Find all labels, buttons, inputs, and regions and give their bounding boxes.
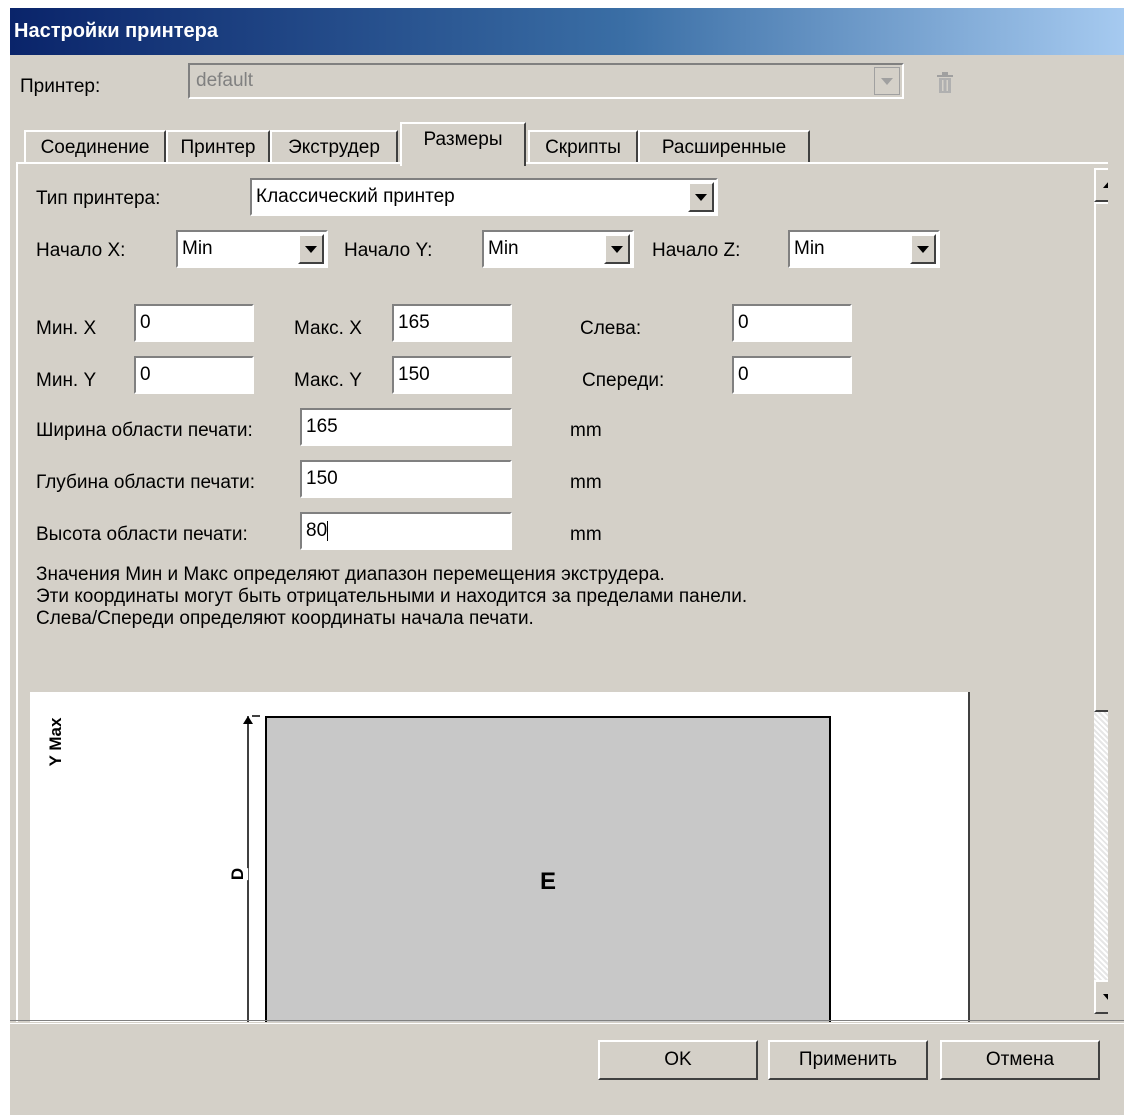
depth-dim-label: D <box>228 867 249 881</box>
home-z-label: Начало Z: <box>652 240 741 261</box>
tab-advanced[interactable]: Расширенные <box>638 130 810 164</box>
max-x-label: Макс. X <box>294 318 362 339</box>
print-depth-input[interactable]: 150 <box>300 460 512 498</box>
dimensions-panel: Тип принтера: Классический принтер Начал… <box>16 162 1108 1022</box>
min-x-label: Мин. X <box>36 318 97 339</box>
max-y-input[interactable]: 150 <box>392 356 512 394</box>
print-depth-label: Глубина области печати: <box>36 472 256 493</box>
tab-scripts[interactable]: Скрипты <box>528 130 638 164</box>
min-x-input[interactable]: 0 <box>134 304 254 342</box>
y-max-label: Y Max <box>46 717 65 767</box>
printer-settings-window: Настройки принтера Принтер: default Соед… <box>10 8 1124 1115</box>
home-y-value: Min <box>488 238 519 259</box>
max-y-label: Макс. Y <box>294 370 362 391</box>
window-title: Настройки принтера <box>10 8 1124 55</box>
print-height-value: 80 <box>306 520 328 541</box>
print-height-label: Высота области печати: <box>36 524 248 545</box>
home-z-dropdown-icon[interactable] <box>910 234 936 264</box>
printer-type-value: Классический принтер <box>256 186 455 207</box>
printer-dropdown-icon[interactable] <box>874 67 900 95</box>
left-input[interactable]: 0 <box>732 304 852 342</box>
tab-printer[interactable]: Принтер <box>166 130 270 164</box>
print-area-rect: E <box>265 716 831 1022</box>
bottom-divider <box>10 1020 1124 1024</box>
apply-button[interactable]: Применить <box>768 1040 928 1080</box>
help-line-1: Значения Мин и Макс определяют диапазон … <box>36 564 665 585</box>
tab-extruder[interactable]: Экструдер <box>270 130 398 164</box>
help-text: Значения Мин и Макс определяют диапазон … <box>36 564 747 630</box>
printer-type-label: Тип принтера: <box>36 188 161 209</box>
home-z-select[interactable]: Min <box>788 230 940 268</box>
printer-select-value: default <box>196 70 254 91</box>
tab-dimensions[interactable]: Размеры <box>400 122 526 166</box>
cancel-button[interactable]: Отмена <box>940 1040 1100 1080</box>
home-x-label: Начало X: <box>36 240 126 261</box>
help-line-3: Слева/Спереди определяют координаты нача… <box>36 608 534 629</box>
print-height-unit: mm <box>570 524 602 545</box>
help-line-2: Эти координаты могут быть отрицательными… <box>36 586 748 607</box>
printer-type-dropdown-icon[interactable] <box>688 182 714 212</box>
print-depth-unit: mm <box>570 472 602 493</box>
home-y-dropdown-icon[interactable] <box>604 234 630 264</box>
printer-label: Принтер: <box>20 76 101 97</box>
printer-select[interactable]: default <box>188 63 904 99</box>
print-width-label: Ширина области печати: <box>36 420 253 441</box>
scroll-down-icon[interactable] <box>1094 980 1108 1014</box>
print-height-input[interactable]: 80 <box>300 512 512 550</box>
vertical-scrollbar[interactable] <box>1094 168 1108 1014</box>
tab-connection[interactable]: Соединение <box>24 130 166 164</box>
front-input[interactable]: 0 <box>732 356 852 394</box>
max-x-input[interactable]: 165 <box>392 304 512 342</box>
home-y-label: Начало Y: <box>344 240 433 261</box>
print-area-label: E <box>539 868 556 895</box>
home-x-value: Min <box>182 238 213 259</box>
scrollbar-thumb[interactable] <box>1094 202 1108 712</box>
home-z-value: Min <box>794 238 825 259</box>
ok-button[interactable]: OK <box>598 1040 758 1080</box>
home-y-select[interactable]: Min <box>482 230 634 268</box>
left-label: Слева: <box>580 318 642 339</box>
home-x-select[interactable]: Min <box>176 230 328 268</box>
text-cursor <box>327 520 329 541</box>
scroll-up-icon[interactable] <box>1094 168 1108 202</box>
home-x-dropdown-icon[interactable] <box>298 234 324 264</box>
print-width-unit: mm <box>570 420 602 441</box>
front-label: Спереди: <box>582 370 665 391</box>
print-width-input[interactable]: 165 <box>300 408 512 446</box>
printer-type-select[interactable]: Классический принтер <box>250 178 718 216</box>
min-y-label: Мин. Y <box>36 370 97 391</box>
trash-icon[interactable] <box>936 72 954 100</box>
min-y-input[interactable]: 0 <box>134 356 254 394</box>
